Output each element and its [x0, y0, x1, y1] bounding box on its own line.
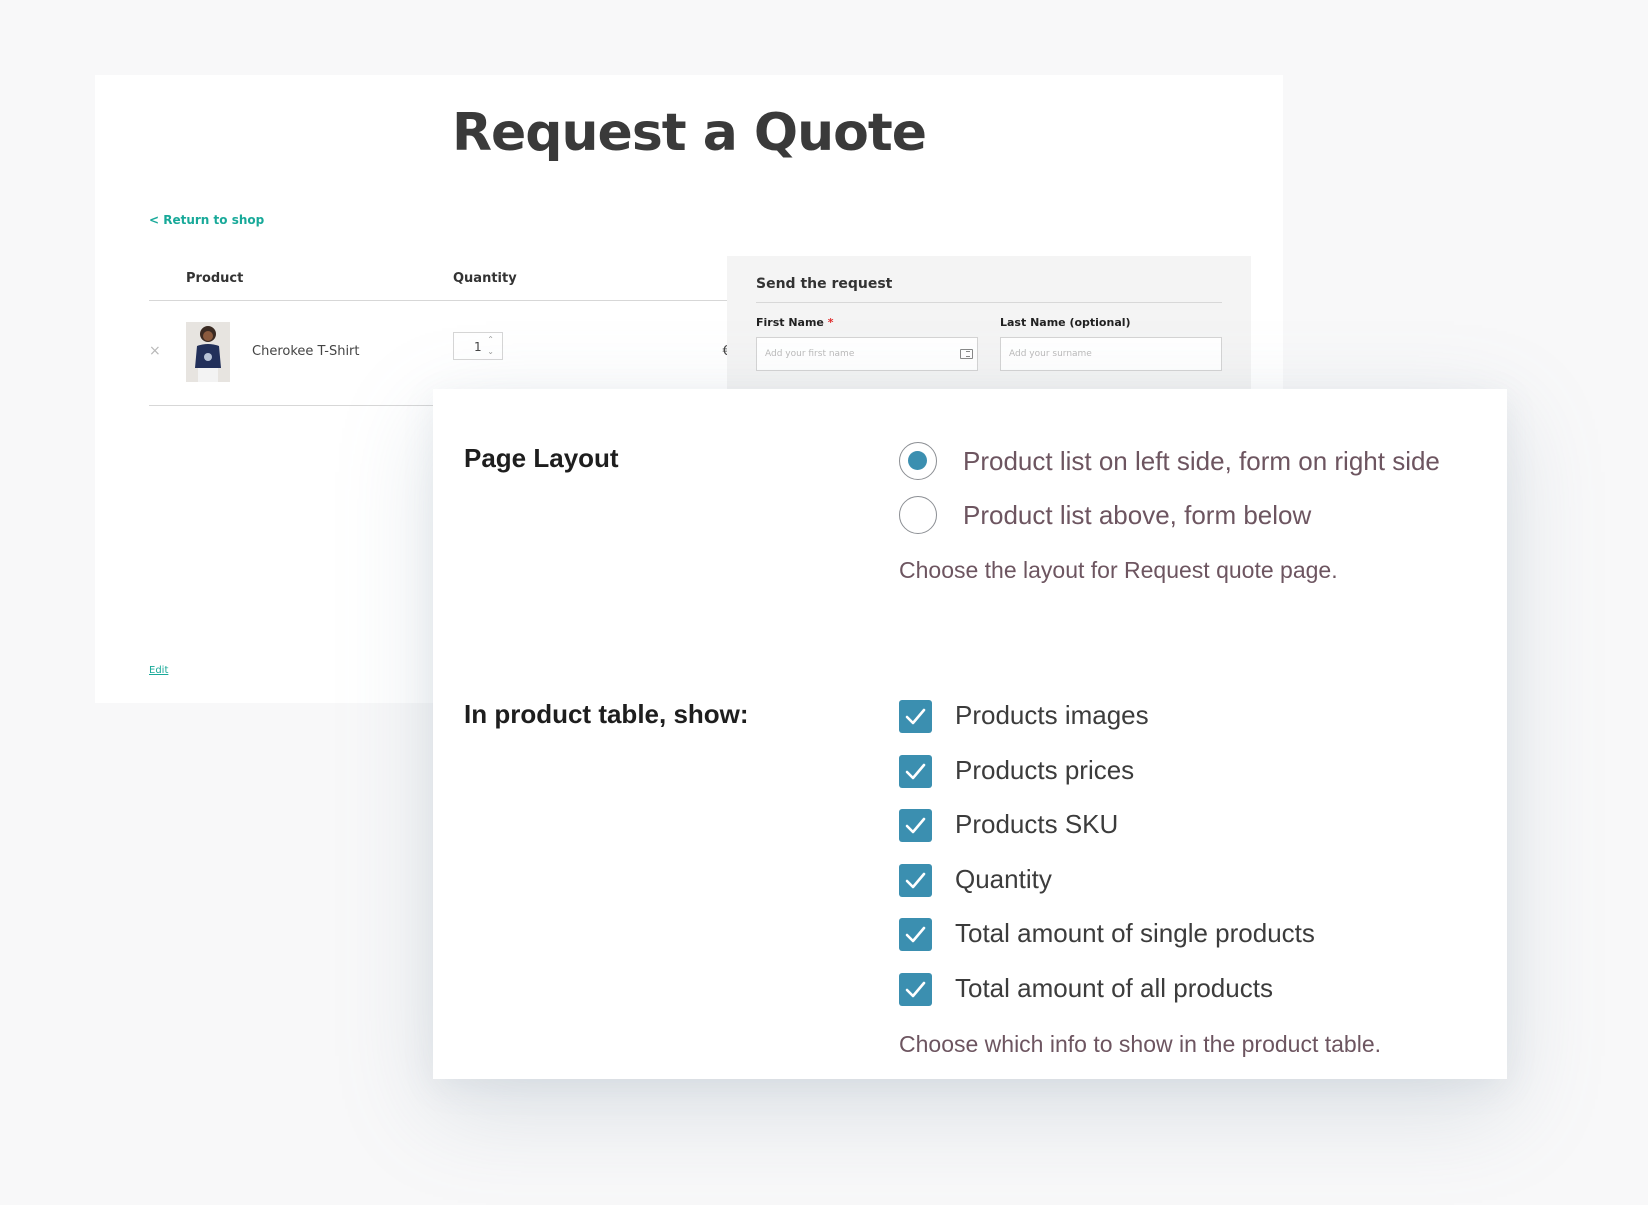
option-label: Total amount of all products [955, 973, 1273, 1003]
checkbox-checked[interactable] [899, 918, 932, 951]
checkmark-icon [905, 926, 926, 943]
option-label: Total amount of single products [955, 918, 1315, 948]
checkmark-icon [905, 817, 926, 834]
settings-panel: Page Layout Product list on left side, f… [433, 389, 1507, 1079]
option-label: Product list above, form below [963, 500, 1312, 530]
page-title: Request a Quote [452, 103, 927, 163]
last-name-placeholder: Add your surname [1009, 349, 1092, 359]
edit-link[interactable]: Edit [149, 665, 168, 676]
form-heading: Send the request [756, 276, 893, 292]
remove-item-icon[interactable]: × [149, 343, 161, 359]
quantity-value: 1 [474, 340, 482, 354]
radio-button[interactable] [899, 496, 937, 534]
contact-card-icon [960, 349, 973, 359]
column-header-product: Product [186, 271, 244, 286]
required-mark: * [827, 316, 834, 329]
product-table-label: In product table, show: [464, 699, 749, 729]
checkbox-checked[interactable] [899, 809, 932, 842]
checkmark-icon [905, 872, 926, 889]
first-name-field[interactable]: Add your first name [756, 337, 978, 371]
form-divider [756, 302, 1222, 303]
checkbox-checked[interactable] [899, 755, 932, 788]
request-form-panel: Send the request First Name * Last Name … [727, 256, 1251, 396]
option-label: Quantity [955, 864, 1052, 894]
product-name[interactable]: Cherokee T-Shirt [252, 344, 360, 359]
page-layout-label: Page Layout [464, 443, 619, 473]
option-label: Products SKU [955, 809, 1119, 839]
page-layout-help: Choose the layout for Request quote page… [899, 557, 1338, 583]
stepper-arrows-icon[interactable]: ⌃ ⌄ [487, 334, 494, 358]
first-name-label: First Name * [756, 316, 834, 329]
product-table-help: Choose which info to show in the product… [899, 1031, 1382, 1057]
checkmark-icon [905, 981, 926, 998]
last-name-field[interactable]: Add your surname [1000, 337, 1222, 371]
column-header-quantity: Quantity [453, 271, 517, 286]
first-name-placeholder: Add your first name [765, 349, 855, 359]
quantity-stepper[interactable]: 1 ⌃ ⌄ [453, 332, 503, 360]
last-name-label: Last Name (optional) [1000, 316, 1131, 329]
product-thumbnail [186, 322, 230, 382]
checkbox-checked[interactable] [899, 700, 932, 733]
checkbox-checked[interactable] [899, 973, 932, 1006]
radio-button-checked[interactable] [899, 442, 937, 480]
option-label: Products prices [955, 755, 1135, 785]
checkmark-icon [905, 708, 926, 725]
return-to-shop-link[interactable]: < Return to shop [149, 213, 264, 227]
option-label: Products images [955, 700, 1149, 730]
table-divider [149, 300, 768, 301]
option-label: Product list on left side, form on right… [963, 446, 1440, 476]
checkbox-checked[interactable] [899, 864, 932, 897]
checkmark-icon [905, 763, 926, 780]
